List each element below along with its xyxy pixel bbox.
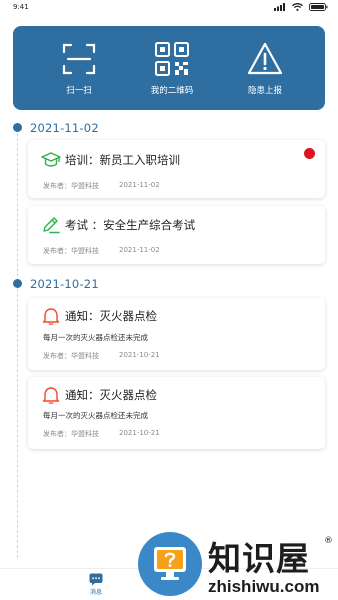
nav-tab-messages[interactable]: 消息 [84,573,108,596]
watermark: 知识屋 ® zhishiwu.com [138,532,338,600]
card-meta: 发布者：华盟科技 2021-10-21 [43,429,160,439]
card-publisher: 发布者：华盟科技 [43,182,99,190]
watermark-registered-mark: ® [324,536,333,546]
watermark-domain-text: zhishiwu.com [208,577,320,596]
timeline-line [17,128,18,558]
message-card[interactable]: 通知：灭火器点检 每月一次的灭火器点检还未完成 发布者：华盟科技 2021-10… [28,377,325,449]
card-header: 通知：灭火器点检 [41,386,157,404]
status-icons [274,3,328,11]
message-icon [89,573,103,586]
card-meta: 发布者：华盟科技 2021-11-02 [43,181,160,191]
scan-label: 扫一扫 [66,86,92,96]
battery-icon [309,3,328,11]
signal-icon [274,3,285,11]
card-date: 2021-10-21 [119,429,160,437]
message-card[interactable]: 考试 ：安全生产综合考试 发布者：华盟科技 2021-11-02 [28,206,325,264]
card-date: 2021-10-21 [119,351,160,359]
card-header: 考试 ：安全生产综合考试 [41,216,195,234]
qr-code-icon [155,42,189,76]
hazard-report-label: 隐患上报 [247,86,282,96]
scan-button[interactable]: 扫一扫 [33,26,125,110]
card-description: 每月一次的灭火器点检还未完成 [43,411,148,420]
bell-icon [42,308,60,325]
watermark-chinese-text: 知识屋 [208,539,310,578]
wifi-icon [292,3,303,11]
watermark-logo [138,532,202,596]
warning-icon [247,42,283,75]
card-title: 通知：灭火器点检 [65,388,157,402]
card-title: 培训：新员工入职培训 [65,153,180,167]
date-group-label: 2021-10-21 [30,277,99,291]
unread-indicator [304,148,315,159]
card-header: 培训：新员工入职培训 [41,151,180,169]
bell-icon [42,387,60,404]
card-meta: 发布者：华盟科技 2021-11-02 [43,246,160,256]
message-card[interactable]: 通知：灭火器点检 每月一次的灭火器点检还未完成 发布者：华盟科技 2021-10… [28,298,325,370]
card-date: 2021-11-02 [119,181,160,189]
card-date: 2021-11-02 [119,246,160,254]
graduation-cap-icon [41,152,61,167]
card-title: 通知：灭火器点检 [65,309,157,323]
pencil-icon [43,217,60,234]
my-qr-code-label: 我的二维码 [150,86,194,96]
card-title: 考试 ：安全生产综合考试 [65,218,196,232]
card-publisher: 发布者：华盟科技 [43,352,99,360]
status-bar: 9:41 [0,0,338,14]
timeline-dot [13,279,22,288]
hazard-report-button[interactable]: 隐患上报 [219,26,311,110]
my-qr-code-button[interactable]: 我的二维码 [126,26,218,110]
card-description: 每月一次的灭火器点检还未完成 [43,333,148,342]
card-meta: 发布者：华盟科技 2021-10-21 [43,351,160,361]
date-group-label: 2021-11-02 [30,121,99,135]
status-time: 9:41 [13,3,29,11]
message-card[interactable]: 培训：新员工入职培训 发布者：华盟科技 2021-11-02 [28,140,325,198]
timeline-dot [13,123,22,132]
help-monitor-icon [154,547,186,580]
card-publisher: 发布者：华盟科技 [43,247,99,255]
card-publisher: 发布者：华盟科技 [43,430,99,438]
scan-icon [62,43,96,75]
nav-tab-messages-label: 消息 [89,589,102,596]
quick-actions-panel: 扫一扫 我的二维码 隐患上报 [13,26,325,110]
card-header: 通知：灭火器点检 [41,307,157,325]
